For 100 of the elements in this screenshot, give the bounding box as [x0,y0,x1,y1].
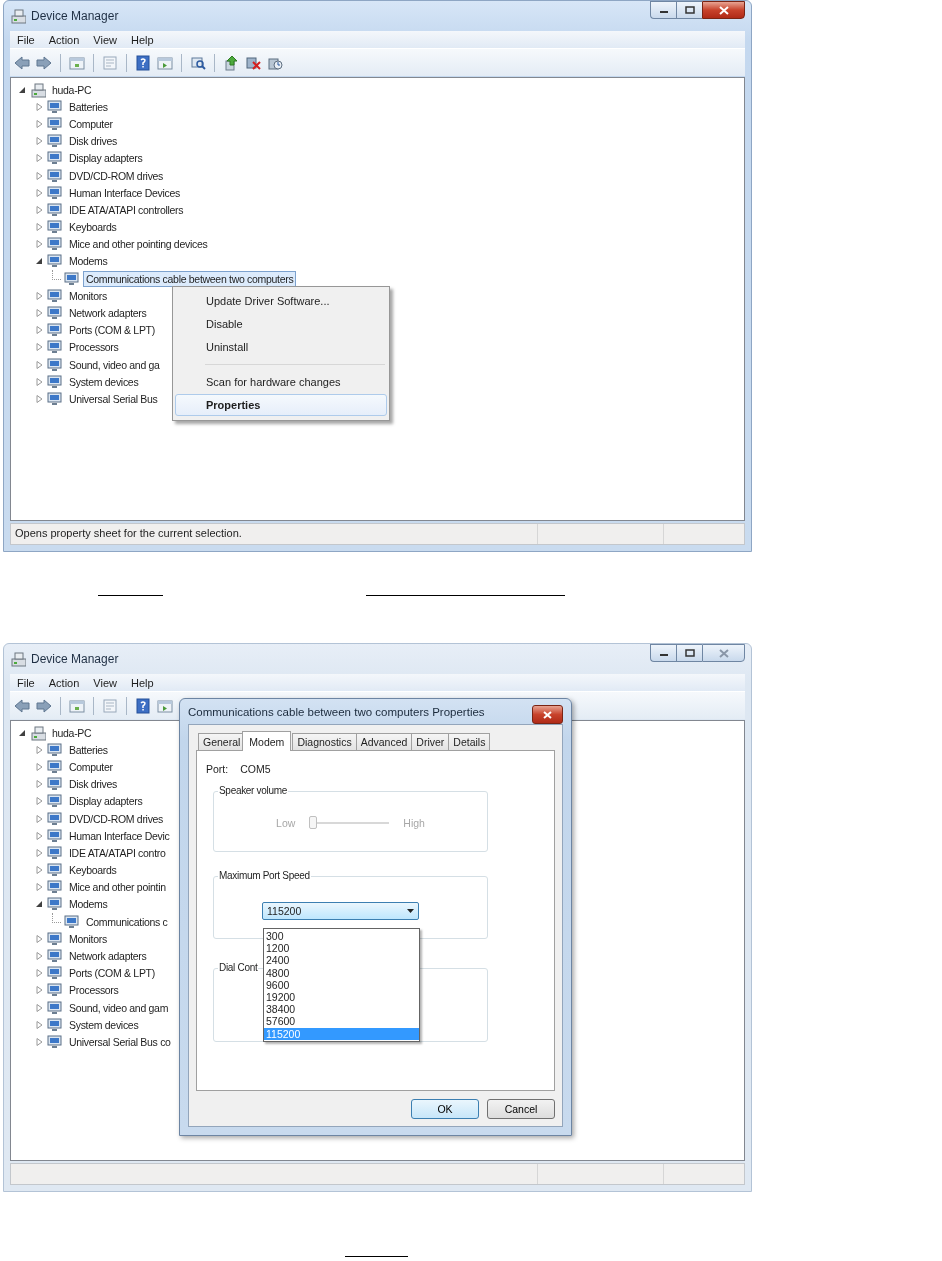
dropdown-option[interactable]: 1200 [264,942,419,955]
tree-item[interactable]: Communications cable between two computers [83,270,297,287]
dropdown-option[interactable]: 57600 [264,1015,419,1028]
tree-item[interactable]: Computer [66,115,116,132]
collapsed-arrow-icon[interactable] [36,188,43,197]
collapsed-arrow-icon[interactable] [36,223,43,232]
menu-item[interactable]: File [10,33,42,46]
back-arrow-icon[interactable] [14,54,30,71]
dropdown-option[interactable]: 300 [264,930,419,943]
collapsed-arrow-icon[interactable] [36,171,43,180]
dropdown-option[interactable]: 4800 [264,966,419,979]
collapsed-arrow-icon[interactable] [36,780,43,789]
collapsed-arrow-icon[interactable] [36,137,43,146]
collapsed-arrow-icon[interactable] [36,119,43,128]
window-icon[interactable] [69,697,85,714]
tree-item[interactable]: DVD/CD-ROM drives [66,810,167,827]
collapsed-arrow-icon[interactable] [36,934,43,943]
tree-item[interactable]: Display adapters [66,793,146,810]
collapsed-arrow-icon[interactable] [36,394,43,403]
tree-item[interactable]: Monitors [66,287,110,304]
expanded-arrow-icon[interactable] [19,728,26,737]
tree-item[interactable]: Keyboards [66,219,120,236]
collapsed-arrow-icon[interactable] [36,831,43,840]
volume-slider[interactable] [309,815,390,830]
expanded-arrow-icon[interactable] [19,85,26,94]
tree-item[interactable]: Computer [66,758,116,775]
expanded-arrow-icon[interactable] [36,257,43,266]
tree-item[interactable]: Human Interface Devices [66,184,183,201]
menu-item[interactable]: Properties [175,394,387,416]
tree-item[interactable]: Display adapters [66,150,146,167]
tree-item[interactable]: System devices [66,373,142,390]
tree-item[interactable]: Network adapters [66,948,150,965]
tab[interactable]: Advanced [355,733,413,750]
forward-arrow-icon[interactable] [36,697,52,714]
window-icon[interactable] [102,697,118,714]
collapsed-arrow-icon[interactable] [36,291,43,300]
collapsed-arrow-icon[interactable] [36,986,43,995]
menu-item[interactable]: Help [123,33,161,46]
tree-item[interactable]: Batteries [66,98,111,115]
tree-item[interactable]: Universal Serial Bus co [66,1033,174,1050]
menu-item[interactable]: Action [41,33,87,46]
tree-item[interactable]: Universal Serial Bus [66,390,161,407]
tree-item[interactable]: Disk drives [66,776,121,793]
dropdown-option[interactable]: 38400 [264,1003,419,1016]
tree-item[interactable]: Sound, video and ga [66,356,163,373]
tree-item[interactable]: Ports (COM & LPT) [66,965,158,982]
collapsed-arrow-icon[interactable] [36,205,43,214]
tree-item[interactable]: Monitors [66,930,110,947]
collapsed-arrow-icon[interactable] [36,240,43,249]
port-speed-dropdown[interactable]: 115200 [262,902,419,920]
dialog-button[interactable]: OK [411,1099,479,1119]
collapsed-arrow-icon[interactable] [36,762,43,771]
close-button[interactable] [702,1,745,19]
collapsed-arrow-icon[interactable] [36,745,43,754]
tree-item[interactable]: Mice and other pointing devices [66,236,211,253]
tree-item[interactable]: Batteries [66,741,111,758]
tree-item[interactable]: Communications c [83,913,171,930]
collapsed-arrow-icon[interactable] [36,848,43,857]
tree-item[interactable]: Modems [66,253,111,270]
collapsed-arrow-icon[interactable] [36,343,43,352]
dropdown-option[interactable]: 19200 [264,990,419,1004]
tab[interactable]: Modem [242,731,292,751]
menu-item[interactable]: File [10,676,42,689]
scan-icon[interactable] [190,54,206,71]
menu-item[interactable]: Uninstall [175,336,387,358]
tree-item[interactable]: Processors [66,339,122,356]
dropdown-option[interactable]: 2400 [264,954,419,967]
expanded-arrow-icon[interactable] [36,900,43,909]
tree-item[interactable]: IDE ATA/ATAPI contro [66,844,169,861]
menu-item[interactable]: View [86,676,124,689]
collapsed-arrow-icon[interactable] [36,377,43,386]
menu-item[interactable]: View [86,33,124,46]
tree-item[interactable]: IDE ATA/ATAPI controllers [66,201,187,218]
help-icon[interactable] [135,54,151,71]
menu-item[interactable]: Update Driver Software... [175,290,387,312]
menu-item[interactable]: Help [123,676,161,689]
collapsed-arrow-icon[interactable] [36,952,43,961]
tree-item[interactable]: DVD/CD-ROM drives [66,167,167,184]
menu-item[interactable]: Disable [175,313,387,335]
update-driver-icon[interactable] [223,54,239,71]
collapsed-arrow-icon[interactable] [36,969,43,978]
maximize-button[interactable] [676,644,702,662]
tree-item[interactable]: Mice and other pointin [66,879,169,896]
menu-item[interactable]: Action [41,676,87,689]
maximize-button[interactable] [676,1,702,19]
tree-item[interactable]: Processors [66,982,122,999]
collapsed-arrow-icon[interactable] [36,883,43,892]
tree-item[interactable]: Sound, video and gam [66,999,172,1016]
collapsed-arrow-icon[interactable] [36,326,43,335]
collapsed-arrow-icon[interactable] [36,1037,43,1046]
tree-item[interactable]: Keyboards [66,862,120,879]
collapsed-arrow-icon[interactable] [36,797,43,806]
dialog-button[interactable]: Cancel [487,1099,555,1119]
close-button[interactable] [532,705,563,724]
menu-item[interactable]: Scan for hardware changes [175,371,387,393]
collapsed-arrow-icon[interactable] [36,309,43,318]
collapsed-arrow-icon[interactable] [36,1020,43,1029]
tab[interactable]: Diagnostics [292,733,357,750]
tree-item[interactable]: Disk drives [66,133,121,150]
tree-item[interactable]: System devices [66,1016,142,1033]
